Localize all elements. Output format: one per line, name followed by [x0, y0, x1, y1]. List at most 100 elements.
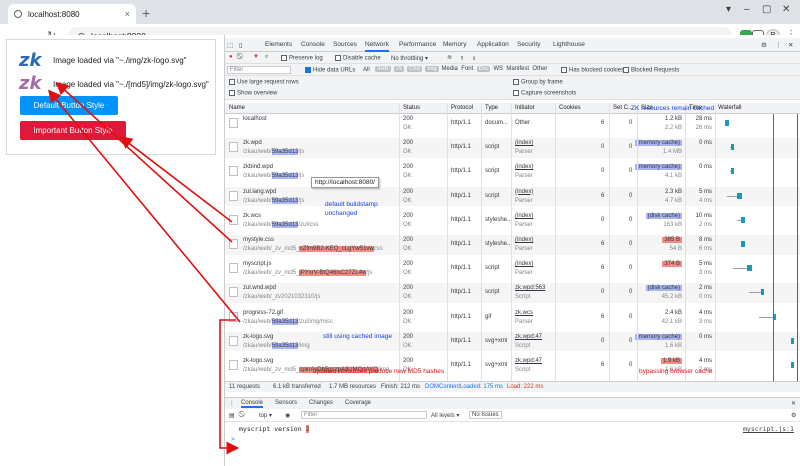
- maximize-icon[interactable]: ▢: [762, 4, 771, 15]
- tab-network[interactable]: Network: [365, 41, 389, 52]
- disable-cache-checkbox[interactable]: Disable cache: [335, 55, 381, 62]
- filter-xhr[interactable]: XHR: [375, 66, 391, 72]
- drawer-tab-console[interactable]: Console: [241, 400, 264, 408]
- minimize-icon[interactable]: –: [744, 4, 750, 15]
- default-style-button[interactable]: Default Button Style: [20, 96, 118, 115]
- initiator-link[interactable]: zk.wpd:563: [515, 285, 545, 291]
- console-filter-input[interactable]: Filter: [301, 411, 427, 419]
- drawer-tab-changes[interactable]: Changes: [309, 400, 333, 406]
- table-row[interactable]: localhost 200 OK http/1.1 docum... Other 6 0 1.2…: [225, 114, 800, 134]
- col-waterfall[interactable]: Waterfall: [718, 105, 741, 111]
- drawer-tab-sensors[interactable]: Sensors: [275, 400, 297, 406]
- important-style-button[interactable]: Important Button Style: [20, 121, 126, 140]
- filter-doc[interactable]: Doc: [476, 66, 491, 72]
- network-filter-input[interactable]: Filter: [227, 66, 291, 74]
- close-devtools-icon[interactable]: ✕: [788, 41, 793, 49]
- tab-performance[interactable]: Performance: [399, 41, 436, 48]
- inspect-icon[interactable]: ⬚: [227, 41, 233, 49]
- initiator-link[interactable]: (index): [515, 140, 533, 146]
- col-cookies[interactable]: Cookies: [559, 105, 581, 111]
- throttling-select[interactable]: No throttling ▾: [391, 55, 428, 62]
- col-type[interactable]: Type: [485, 105, 498, 111]
- tab-security[interactable]: Security: [517, 41, 540, 48]
- col-set-cookies[interactable]: Set C...: [613, 105, 633, 111]
- issues-button[interactable]: No Issues: [469, 411, 502, 419]
- close-window-icon[interactable]: ✕: [782, 4, 790, 15]
- log-source-link[interactable]: myscript.js:1: [743, 425, 794, 433]
- console-settings-icon[interactable]: ⚙: [791, 412, 796, 419]
- col-initiator[interactable]: Initiator: [515, 105, 535, 111]
- initiator-link[interactable]: zk.wpd:47: [515, 358, 542, 364]
- col-status[interactable]: Status: [403, 105, 420, 111]
- table-row[interactable]: zk.wcs/zkau/web/59a35d13/zul/css 200 OK htt…: [225, 210, 800, 231]
- filter-img[interactable]: Img: [425, 66, 439, 72]
- search-icon[interactable]: ⌕: [265, 54, 268, 61]
- new-tab-button[interactable]: +: [142, 5, 150, 21]
- tab-console[interactable]: Console: [301, 41, 325, 48]
- eye-icon[interactable]: ◉: [285, 412, 290, 419]
- has-blocked-cookies-checkbox[interactable]: Has blocked cookies: [561, 67, 624, 74]
- tab-sources[interactable]: Sources: [333, 41, 357, 48]
- waterfall-bar: [741, 216, 745, 223]
- show-overview-checkbox[interactable]: Show overview: [229, 90, 277, 97]
- filter-manifest[interactable]: Manifest: [506, 66, 529, 72]
- col-name[interactable]: Name: [229, 105, 245, 111]
- drawer-tab-coverage[interactable]: Coverage: [345, 400, 371, 406]
- group-by-frame-checkbox[interactable]: Group by frame: [513, 79, 563, 86]
- blocked-requests-checkbox[interactable]: Blocked Requests: [623, 67, 679, 74]
- initiator-link[interactable]: zk.wpd:47: [515, 334, 542, 340]
- filter-media[interactable]: Media: [442, 66, 458, 72]
- console-prompt[interactable]: >: [231, 436, 235, 443]
- cookies-count: 6: [601, 313, 605, 320]
- tab-lighthouse[interactable]: Lighthouse: [553, 41, 585, 48]
- resource-size: 45.2 kB: [661, 294, 682, 301]
- sidebar-toggle-icon[interactable]: ▤: [229, 412, 235, 419]
- table-row[interactable]: zk-logo.svg/zkau/web/_zv_md5_cpinAyDh5gs…: [225, 356, 800, 376]
- device-toolbar-icon[interactable]: ▯: [239, 41, 243, 49]
- context-select[interactable]: top ▾: [259, 412, 272, 419]
- status-text: OK: [403, 197, 412, 204]
- initiator-link[interactable]: (index): [515, 189, 533, 195]
- filter-all[interactable]: All: [363, 67, 370, 73]
- devtools-menu-icon[interactable]: ⋮: [775, 41, 782, 49]
- import-icon[interactable]: ⭱: [461, 54, 463, 64]
- drawer-menu-icon[interactable]: ⋮: [229, 400, 235, 407]
- table-row[interactable]: myscript.js/zkau/web/_zv_md5_jPYxrV-BtQ4…: [225, 259, 800, 279]
- initiator-link[interactable]: (index): [515, 261, 533, 267]
- settings-gear-icon[interactable]: ⚙: [761, 41, 767, 49]
- col-protocol[interactable]: Protocol: [451, 105, 473, 111]
- filter-other[interactable]: Other: [532, 66, 547, 72]
- table-row[interactable]: zul.wnd.wpd/zkau/web/_zv2021032310/js 200…: [225, 283, 800, 303]
- annotation-still-cached: still using cached image: [323, 333, 393, 340]
- hide-data-urls-checkbox[interactable]: Hide data URLs: [305, 67, 355, 74]
- tab-elements[interactable]: Elements: [265, 41, 292, 48]
- filter-font[interactable]: Font: [461, 66, 473, 72]
- filter-icon[interactable]: ▼: [253, 54, 259, 60]
- export-icon[interactable]: ⭳: [473, 54, 475, 64]
- table-row[interactable]: zk-logo.svg/zkau/web/59a35d13/img 200 OK ht…: [225, 331, 800, 352]
- table-row[interactable]: progress-72.gif/zkau/web/59a35d13/zul/im…: [225, 307, 800, 328]
- large-rows-checkbox[interactable]: Use large request rows: [229, 79, 299, 86]
- file-type-icon: [229, 190, 238, 201]
- initiator-link[interactable]: zk.wcs: [515, 310, 533, 316]
- filter-ws[interactable]: WS: [493, 66, 503, 72]
- record-icon[interactable]: ●: [229, 54, 233, 60]
- wifi-icon[interactable]: ≋: [447, 54, 452, 61]
- close-tab-icon[interactable]: ×: [125, 9, 130, 19]
- browser-tab[interactable]: localhost:8080 ×: [8, 4, 136, 24]
- tab-application[interactable]: Application: [477, 41, 509, 48]
- table-row[interactable]: zul.lang.wpd/zkau/web/59a35d13/js 200 OK ht…: [225, 186, 800, 207]
- capture-screenshots-checkbox[interactable]: Capture screenshots: [513, 90, 576, 97]
- preserve-log-checkbox[interactable]: Preserve log: [281, 55, 323, 62]
- tab-search-icon[interactable]: ▾: [726, 4, 731, 15]
- table-row[interactable]: mystyle.css/zkau/web/_zv_md5_nZfm9B2-KEQ…: [225, 235, 800, 255]
- close-drawer-icon[interactable]: ✕: [791, 400, 796, 407]
- initiator-link[interactable]: (index): [515, 164, 533, 170]
- initiator-link[interactable]: (index): [515, 237, 533, 243]
- initiator-link[interactable]: (index): [515, 213, 533, 219]
- filter-css[interactable]: CSS: [407, 66, 423, 72]
- log-levels-select[interactable]: All levels ▾: [431, 412, 459, 419]
- table-row[interactable]: zk.wpd/zkau/web/59a35d13/js 200 OK http/1.1…: [225, 138, 800, 158]
- filter-js[interactable]: JS: [393, 66, 405, 72]
- tab-memory[interactable]: Memory: [443, 41, 466, 48]
